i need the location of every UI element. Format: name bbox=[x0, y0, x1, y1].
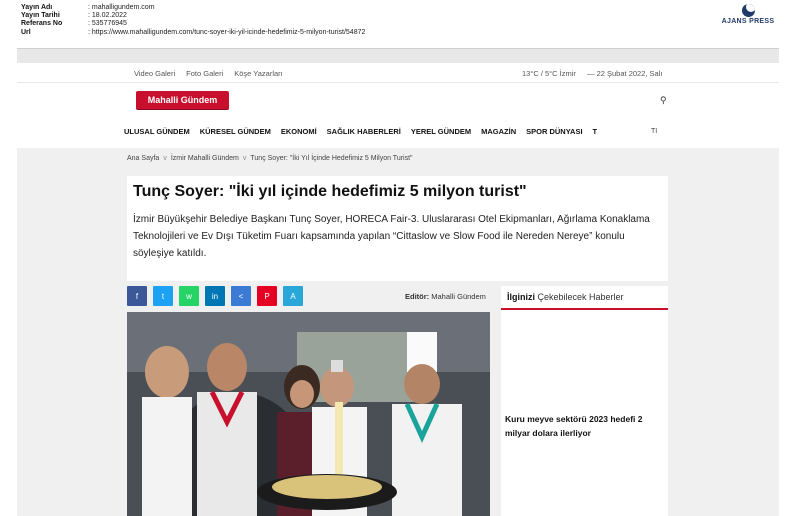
meta-row-url: Url : https://www.mahalligundem.com/tunc… bbox=[21, 29, 365, 37]
breadcrumb-category[interactable]: İzmir Mahalli Gündem bbox=[171, 155, 239, 162]
editor-name[interactable]: Mahalli Gündem bbox=[431, 292, 486, 301]
search-icon[interactable]: ⚲ bbox=[660, 95, 667, 106]
related-heading-rest: Çekebilecek Haberler bbox=[535, 292, 624, 302]
facebook-icon[interactable]: f bbox=[127, 286, 147, 306]
related-news-heading: İlginizi Çekebilecek Haberler bbox=[501, 286, 668, 310]
chevron-down-icon: v bbox=[242, 155, 247, 162]
twitter-icon[interactable]: t bbox=[153, 286, 173, 306]
website: Video Galeri Foto Galeri Köşe Yazarları … bbox=[17, 63, 779, 516]
nav-item-kuresel[interactable]: KÜRESEL GÜNDEM bbox=[200, 127, 271, 136]
chefs-photo bbox=[127, 312, 490, 516]
nav-item-magazin[interactable]: MAGAZİN bbox=[481, 127, 516, 136]
browser-bar bbox=[17, 48, 779, 63]
meta-key: Yayın Tarihi bbox=[21, 12, 60, 20]
nav-item-ulusal[interactable]: ULUSAL GÜNDEM bbox=[124, 127, 190, 136]
linkedin-icon[interactable]: in bbox=[205, 286, 225, 306]
editor-label: Editör: bbox=[405, 292, 430, 301]
meta-row-publication: Yayın Adı : mahalligundem.com bbox=[21, 4, 365, 12]
share-buttons: f t w in < P A bbox=[127, 286, 303, 306]
agency-logo-icon bbox=[741, 4, 755, 17]
nav-item-saglik[interactable]: SAĞLIK HABERLERİ bbox=[327, 127, 401, 136]
nav-item-yerel[interactable]: YEREL GÜNDEM bbox=[411, 127, 471, 136]
agency-logo: AJANS PRESS bbox=[718, 4, 778, 25]
meta-value: : mahalligundem.com bbox=[88, 4, 155, 11]
top-links: Video Galeri Foto Galeri Köşe Yazarları bbox=[134, 69, 283, 78]
meta-value: : https://www.mahalligundem.com/tunc-soy… bbox=[88, 28, 366, 36]
meta-value: : 18.02.2022 bbox=[88, 12, 127, 20]
nav-item-more[interactable]: T bbox=[593, 127, 598, 136]
font-size-icon[interactable]: A bbox=[283, 286, 303, 306]
chevron-down-icon: v bbox=[163, 155, 167, 162]
nav-extra[interactable]: TI bbox=[651, 128, 657, 135]
meta-key: Referans No bbox=[21, 20, 63, 28]
main-nav: ULUSAL GÜNDEM KÜRESEL GÜNDEM EKONOMİ SAĞ… bbox=[124, 127, 597, 136]
article-header: Tunç Soyer: "İki yıl içinde hedefimiz 5 … bbox=[127, 176, 668, 281]
date-text: — 22 Şubat 2022, Salı bbox=[587, 69, 663, 78]
breadcrumb-home[interactable]: Ana Sayfa bbox=[127, 155, 159, 162]
pinterest-icon[interactable]: P bbox=[257, 286, 277, 306]
top-nav: Video Galeri Foto Galeri Köşe Yazarları … bbox=[17, 63, 779, 83]
editor-info: Editör: Mahalli Gündem bbox=[405, 292, 486, 301]
weather-text: 13°C / 5°C İzmir bbox=[522, 69, 576, 78]
related-news-item[interactable]: Kuru meyve sektörü 2023 hedefi 2 milyar … bbox=[505, 412, 663, 440]
meta-value: : 535776945 bbox=[88, 20, 127, 28]
meta-row-reference: Referans No : 535776945 bbox=[21, 20, 365, 28]
meta-row-date: Yayın Tarihi : 18.02.2022 bbox=[21, 12, 365, 20]
article-photo bbox=[127, 312, 490, 516]
share-icon[interactable]: < bbox=[231, 286, 251, 306]
whatsapp-icon[interactable]: w bbox=[179, 286, 199, 306]
site-logo[interactable]: Mahalli Gündem bbox=[136, 91, 229, 109]
related-news: İlginizi Çekebilecek Haberler Kuru meyve… bbox=[501, 286, 668, 516]
meta-key: Url bbox=[21, 28, 31, 36]
top-link-video[interactable]: Video Galeri bbox=[134, 69, 175, 78]
nav-item-ekonomi[interactable]: EKONOMİ bbox=[281, 127, 317, 136]
clip-metadata: Yayın Adı : mahalligundem.com Yayın Tari… bbox=[21, 4, 365, 37]
nav-item-spor[interactable]: SPOR DÜNYASI bbox=[526, 127, 582, 136]
related-heading-bold: İlginizi bbox=[507, 292, 535, 302]
breadcrumb-current: Tunç Soyer: "İki Yıl İçinde Hedefimiz 5 … bbox=[250, 155, 413, 162]
breadcrumb: Ana Sayfa v İzmir Mahalli Gündem v Tunç … bbox=[127, 155, 413, 162]
agency-name: AJANS PRESS bbox=[721, 18, 775, 25]
article-summary: İzmir Büyükşehir Belediye Başkanı Tunç S… bbox=[133, 214, 650, 259]
article-title: Tunç Soyer: "İki yıl içinde hedefimiz 5 … bbox=[133, 183, 527, 200]
top-link-photo[interactable]: Foto Galeri bbox=[186, 69, 223, 78]
meta-key: Yayın Adı bbox=[21, 4, 53, 11]
top-link-columnists[interactable]: Köşe Yazarları bbox=[234, 69, 283, 78]
